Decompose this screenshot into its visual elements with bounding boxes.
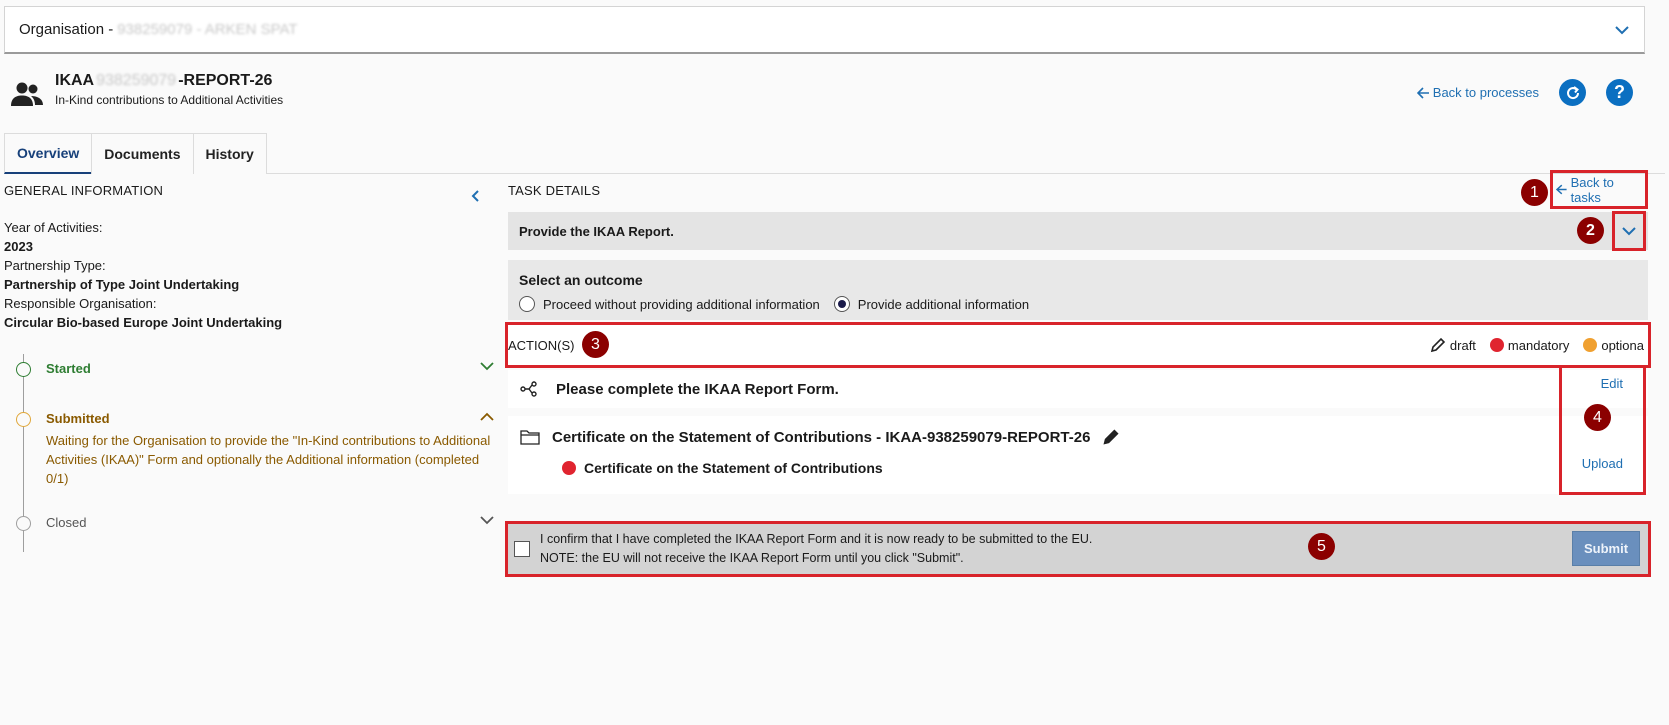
responsible-org-label: Responsible Organisation: xyxy=(4,296,157,311)
timeline-step-submitted[interactable]: Submitted Waiting for the Organisation t… xyxy=(4,404,494,488)
general-information-title: GENERAL INFORMATION xyxy=(4,183,164,198)
timeline-step-closed[interactable]: Closed xyxy=(4,508,494,538)
tab-documents[interactable]: Documents xyxy=(91,133,193,174)
outcome-option-proceed[interactable]: Proceed without providing additional inf… xyxy=(519,296,820,312)
chevron-up-icon[interactable] xyxy=(480,412,494,421)
tab-history[interactable]: History xyxy=(192,133,267,174)
timeline-step-started[interactable]: Started xyxy=(4,354,494,384)
tab-bar: Overview Documents History xyxy=(4,133,1665,174)
edit-link[interactable]: Edit xyxy=(1601,376,1623,391)
organisation-label: Organisation - xyxy=(19,21,114,38)
annotation-badge-3: 3 xyxy=(582,331,609,358)
refresh-button[interactable] xyxy=(1559,79,1586,106)
chevron-down-icon xyxy=(1615,25,1629,34)
outcome-selector: Select an outcome Proceed without provid… xyxy=(508,260,1648,320)
certificate-document-name: Certificate on the Statement of Contribu… xyxy=(584,460,883,476)
mandatory-dot-icon xyxy=(1489,338,1504,352)
page-title: IKAA 938259079 -REPORT-26 xyxy=(55,72,273,89)
action-complete-report-form: Please complete the IKAA Report Form. xyxy=(508,370,1648,416)
collapse-panel-icon[interactable] xyxy=(470,189,480,203)
actions-header: ACTION(S) 3 draft mandatory optiona xyxy=(505,322,1651,368)
arrow-left-icon xyxy=(1416,86,1429,99)
confirm-text-line1: I confirm that I have completed the IKAA… xyxy=(540,532,1093,546)
pencil-icon xyxy=(1430,337,1446,353)
year-label: Year of Activities: xyxy=(4,220,103,235)
task-details-title: TASK DETAILS xyxy=(508,183,601,198)
action-title: Certificate on the Statement of Contribu… xyxy=(552,428,1091,446)
process-timeline: Started Submitted Waiting for the Organi… xyxy=(4,354,494,558)
actions-label: ACTION(S) xyxy=(508,337,575,353)
organisation-masked: 938259079 - ARKEN SPAT xyxy=(117,21,298,38)
share-nodes-icon xyxy=(520,381,537,397)
step-circle-icon xyxy=(16,412,31,427)
chevron-down-icon xyxy=(1622,226,1636,235)
submitted-description: Waiting for the Organisation to provide … xyxy=(46,433,491,486)
annotation-badge-4: 4 xyxy=(1584,404,1611,431)
action-certificate-upload: Certificate on the Statement of Contribu… xyxy=(508,416,1648,494)
annotation-badge-5: 5 xyxy=(1308,533,1335,560)
back-to-processes-link[interactable]: Back to processes xyxy=(1416,85,1539,100)
process-header: IKAA 938259079 -REPORT-26 In-Kind contri… xyxy=(10,72,283,112)
outcome-label: Select an outcome xyxy=(519,272,643,288)
submit-button[interactable]: Submit xyxy=(1572,531,1640,566)
submit-confirmation-bar: I confirm that I have completed the IKAA… xyxy=(505,521,1651,577)
step-circle-icon xyxy=(16,516,31,531)
general-information-panel: GENERAL INFORMATION Year of Activities: … xyxy=(4,183,494,332)
people-icon xyxy=(11,82,43,106)
confirm-text-line2: NOTE: the EU will not receive the IKAA R… xyxy=(540,551,964,565)
optional-dot-icon xyxy=(1583,338,1598,352)
step-circle-icon xyxy=(16,362,31,377)
task-name: Provide the IKAA Report. xyxy=(519,223,674,239)
year-value: 2023 xyxy=(4,239,33,254)
annotation-badge-1: 1 xyxy=(1521,179,1548,206)
action-links-group: Edit 4 Upload xyxy=(1559,365,1646,495)
chevron-down-icon[interactable] xyxy=(480,362,494,371)
refresh-icon xyxy=(1566,85,1579,99)
action-list: Please complete the IKAA Report Form. Ce… xyxy=(508,365,1648,495)
page-subtitle: In-Kind contributions to Additional Acti… xyxy=(55,93,284,107)
help-button[interactable]: ? xyxy=(1606,79,1633,106)
actions-legend: draft mandatory optiona xyxy=(1430,337,1644,353)
arrow-left-icon xyxy=(1556,184,1567,195)
folder-icon xyxy=(520,430,540,445)
chevron-down-icon[interactable] xyxy=(480,516,494,525)
tab-overview[interactable]: Overview xyxy=(4,133,92,174)
radio-icon[interactable] xyxy=(519,296,535,312)
back-to-tasks-link[interactable]: Back to tasks xyxy=(1550,170,1648,209)
partnership-type-label: Partnership Type: xyxy=(4,258,106,273)
outcome-option-provide[interactable]: Provide additional information xyxy=(833,296,1029,312)
radio-selected-icon[interactable] xyxy=(833,296,850,312)
partnership-type-value: Partnership of Type Joint Undertaking xyxy=(4,277,240,292)
confirm-checkbox[interactable] xyxy=(514,541,530,557)
organisation-selector[interactable]: Organisation - 938259079 - ARKEN SPAT xyxy=(4,6,1645,54)
annotation-badge-2: 2 xyxy=(1577,217,1604,244)
task-details-panel: TASK DETAILS 1 Back to tasks Provide the… xyxy=(505,170,1651,577)
pencil-icon[interactable] xyxy=(1102,428,1120,446)
task-header: Provide the IKAA Report. 2 xyxy=(508,211,1648,251)
action-title: Please complete the IKAA Report Form. xyxy=(556,380,839,398)
upload-link[interactable]: Upload xyxy=(1582,456,1623,471)
responsible-org-value: Circular Bio-based Europe Joint Undertak… xyxy=(4,315,283,330)
expand-task-button[interactable] xyxy=(1612,211,1646,251)
mandatory-dot-icon xyxy=(562,461,576,475)
help-icon: ? xyxy=(1614,82,1625,102)
